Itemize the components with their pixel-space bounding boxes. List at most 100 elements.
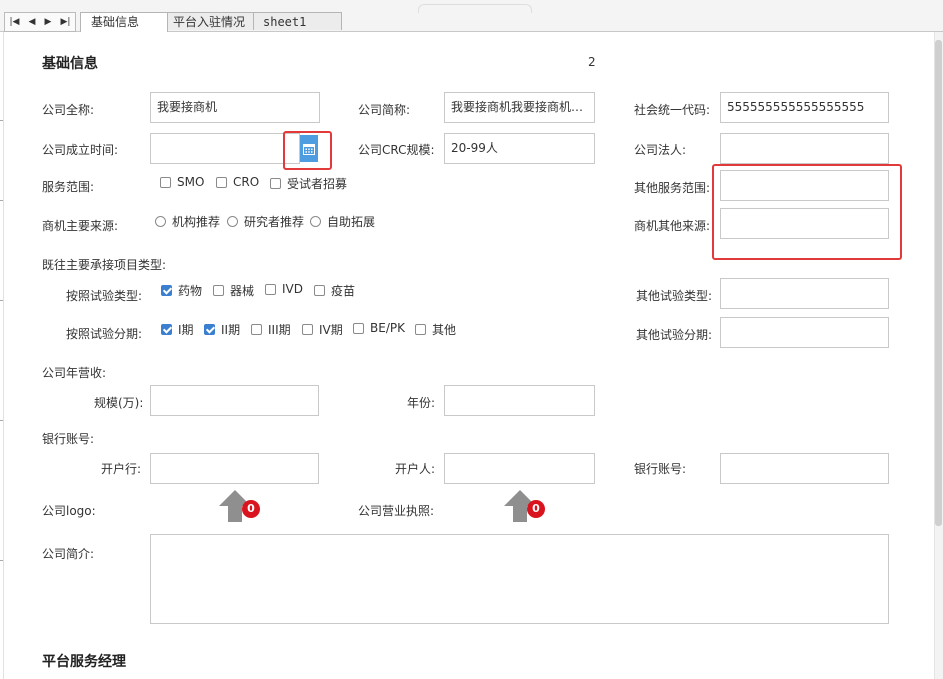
founded-label: 公司成立时间:: [42, 143, 119, 157]
trial-type-label: 按照试验类型:: [66, 289, 143, 303]
scale-input[interactable]: [150, 385, 319, 416]
nav-prev-icon[interactable]: ◀: [29, 13, 36, 31]
checkbox[interactable]: [161, 285, 172, 296]
trial-type-vaccine[interactable]: 疫苗: [314, 282, 355, 299]
logo-count-badge: 0: [242, 500, 260, 518]
account-holder-label: 开户人:: [395, 462, 436, 476]
tab-basic-info[interactable]: 基础信息: [80, 12, 168, 32]
trial-phase-other[interactable]: 其他: [415, 321, 456, 338]
option-label: I期: [178, 323, 194, 337]
checkbox[interactable]: [213, 285, 224, 296]
logo-label: 公司logo:: [42, 504, 96, 518]
license-count-badge: 0: [527, 500, 545, 518]
option-label: IVD: [282, 282, 303, 296]
source-label: 商机主要来源:: [42, 219, 119, 233]
scope-option-recruit[interactable]: 受试者招募: [270, 175, 347, 192]
option-label: CRO: [233, 175, 260, 189]
checkbox[interactable]: [251, 324, 262, 335]
tab-platform-status[interactable]: 平台入驻情况: [162, 12, 254, 30]
logo-upload-button[interactable]: 0: [218, 488, 268, 524]
source-option-researcher[interactable]: 研究者推荐: [227, 213, 304, 230]
option-label: 疫苗: [331, 284, 356, 298]
checkbox[interactable]: [353, 322, 364, 334]
section-title-manager: 平台服务经理: [42, 654, 126, 670]
bank-label: 银行账号:: [42, 432, 95, 446]
account-no-label: 银行账号:: [634, 462, 687, 476]
option-label: 受试者招募: [287, 177, 348, 191]
nav-first-icon[interactable]: |◀: [10, 13, 20, 31]
option-label: 研究者推荐: [244, 215, 305, 229]
legal-person-input[interactable]: [720, 133, 889, 164]
page-number: 2: [588, 55, 596, 69]
option-label: II期: [221, 323, 241, 337]
checkbox[interactable]: [314, 285, 325, 296]
faint-tab-outline: [418, 4, 532, 13]
other-scope-label: 其他服务范围:: [634, 181, 711, 195]
checkbox[interactable]: [270, 178, 281, 189]
other-trial-type-label: 其他试验类型:: [636, 289, 713, 303]
other-trial-type-input[interactable]: [720, 278, 889, 309]
scope-label: 服务范围:: [42, 180, 95, 194]
checkbox[interactable]: [161, 324, 172, 335]
scale-label: 规模(万):: [94, 396, 144, 410]
checkbox[interactable]: [216, 176, 227, 188]
project-type-label: 既往主要承接项目类型:: [42, 258, 167, 272]
nav-next-icon[interactable]: ▶: [45, 13, 52, 31]
credit-code-input[interactable]: 555555555555555555: [720, 92, 889, 123]
option-label: IV期: [319, 323, 343, 337]
trial-type-drug[interactable]: 药物: [161, 282, 202, 299]
company-name-input[interactable]: 我要接商机: [150, 92, 320, 123]
license-label: 公司营业执照:: [358, 504, 435, 518]
option-label: 机构推荐: [172, 215, 221, 229]
revenue-label: 公司年营收:: [42, 366, 107, 380]
trial-phase-i[interactable]: I期: [161, 321, 194, 338]
intro-textarea[interactable]: [150, 534, 889, 624]
radio[interactable]: [155, 216, 166, 227]
scrollbar-thumb[interactable]: [935, 40, 942, 526]
trial-phase-iii[interactable]: III期: [251, 321, 291, 338]
checkbox[interactable]: [160, 176, 171, 188]
option-label: 药物: [178, 284, 203, 298]
short-name-label: 公司简称:: [358, 103, 411, 117]
radio[interactable]: [227, 216, 238, 227]
source-option-institution[interactable]: 机构推荐: [155, 213, 220, 230]
scope-option-cro[interactable]: CRO: [216, 175, 259, 189]
trial-phase-iv[interactable]: IV期: [302, 321, 343, 338]
trial-type-device[interactable]: 器械: [213, 282, 254, 299]
option-label: 自助拓展: [327, 215, 376, 229]
source-option-self[interactable]: 自助拓展: [310, 213, 375, 230]
radio[interactable]: [310, 216, 321, 227]
highlight-other-fields: [712, 164, 902, 260]
founded-date-input[interactable]: [150, 133, 300, 164]
option-label: III期: [268, 323, 291, 337]
option-label: SMO: [177, 175, 205, 189]
legal-label: 公司法人:: [634, 143, 687, 157]
account-holder-input[interactable]: [444, 453, 595, 484]
bank-name-input[interactable]: [150, 453, 319, 484]
trial-phase-bepk[interactable]: BE/PK: [353, 321, 405, 335]
crc-scale-input[interactable]: 20-99人: [444, 133, 595, 164]
option-label: BE/PK: [370, 321, 405, 335]
other-trial-phase-input[interactable]: [720, 317, 889, 348]
tab-sheet1[interactable]: sheet1: [252, 12, 342, 30]
intro-label: 公司简介:: [42, 547, 95, 561]
short-name-input[interactable]: 我要接商机我要接商机我要接商机: [444, 92, 595, 123]
checkbox[interactable]: [302, 324, 313, 335]
other-source-label: 商机其他来源:: [634, 219, 711, 233]
year-label: 年份:: [407, 396, 436, 410]
trial-phase-label: 按照试验分期:: [66, 327, 143, 341]
license-upload-button[interactable]: 0: [503, 488, 553, 524]
checkbox[interactable]: [265, 283, 276, 295]
account-no-input[interactable]: [720, 453, 889, 484]
year-input[interactable]: [444, 385, 595, 416]
checkbox[interactable]: [415, 324, 426, 335]
credit-code-label: 社会统一代码:: [634, 103, 711, 117]
checkbox[interactable]: [204, 324, 215, 335]
section-title-basic: 基础信息: [42, 56, 98, 72]
trial-phase-ii[interactable]: II期: [204, 321, 240, 338]
highlight-calendar: [283, 131, 332, 170]
company-name-label: 公司全称:: [42, 103, 95, 117]
scope-option-smo[interactable]: SMO: [160, 175, 204, 189]
trial-type-ivd[interactable]: IVD: [265, 282, 303, 296]
nav-last-icon[interactable]: ▶|: [60, 13, 70, 31]
